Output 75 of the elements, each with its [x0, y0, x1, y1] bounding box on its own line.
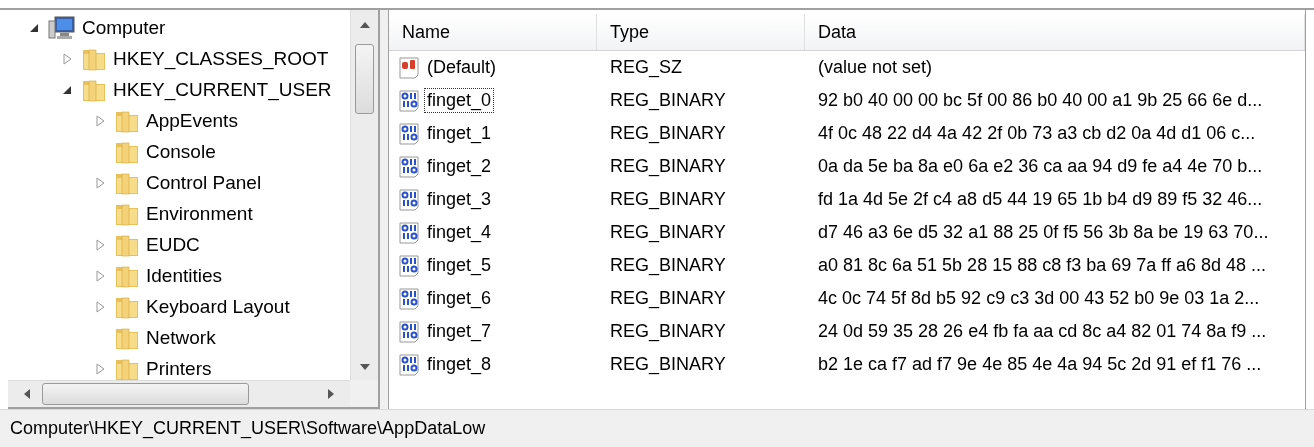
value-type: REG_BINARY: [609, 123, 727, 144]
value-type: REG_BINARY: [609, 156, 727, 177]
tree-item[interactable]: Identities: [146, 264, 223, 287]
binary-value-icon: [398, 88, 422, 113]
value-name[interactable]: finget_8: [424, 352, 495, 377]
value-name[interactable]: (Default): [424, 55, 500, 80]
value-type: REG_BINARY: [609, 288, 727, 309]
value-name[interactable]: finget_1: [424, 121, 495, 146]
value-data: 0a da 5e ba 8a e0 6a e2 36 ca aa 94 d9 fe a4 4e 70 b...: [817, 156, 1264, 177]
value-type: REG_BINARY: [609, 321, 727, 342]
binary-value-icon: [398, 253, 422, 278]
tree-item[interactable]: EUDC: [146, 233, 200, 256]
tree-item[interactable]: Keyboard Layout: [146, 295, 290, 318]
tree-item[interactable]: AppEvents: [146, 109, 238, 132]
value-name[interactable]: finget_7: [424, 319, 495, 344]
binary-value-icon: [398, 286, 422, 311]
collapse-icon[interactable]: [62, 84, 72, 95]
expand-icon[interactable]: [95, 362, 105, 375]
binary-value-icon: [398, 187, 422, 212]
scroll-right-icon[interactable]: [328, 389, 334, 399]
value-data: (value not set): [817, 57, 934, 78]
value-name[interactable]: finget_3: [424, 187, 495, 212]
column-header[interactable]: Name: [389, 14, 597, 50]
scroll-thumb[interactable]: [355, 44, 374, 114]
expand-icon[interactable]: [95, 238, 105, 251]
tree-item[interactable]: Computer: [82, 16, 166, 39]
horizontal-scrollbar[interactable]: [8, 380, 350, 407]
value-data: 92 b0 40 00 00 bc 5f 00 86 b0 40 00 a1 9b 25 66 6e d...: [817, 90, 1264, 111]
value-name[interactable]: finget_4: [424, 220, 495, 245]
scroll-up-icon[interactable]: [359, 22, 370, 28]
value-data: a0 81 8c 6a 51 5b 28 15 88 c8 f3 ba 69 7a ff a6 8d 48 ...: [817, 255, 1268, 276]
value-data: fd 1a 4d 5e 2f c4 a8 d5 44 19 65 1b b4 d9 89 f5 32 46...: [817, 189, 1264, 210]
collapse-icon[interactable]: [29, 22, 39, 33]
scroll-left-icon[interactable]: [24, 389, 30, 399]
binary-value-icon: [398, 319, 422, 344]
value-data: d7 46 a3 6e d5 32 a1 88 25 0f f5 56 3b 8a be 19 63 70...: [817, 222, 1270, 243]
value-name[interactable]: finget_2: [424, 154, 495, 179]
vertical-scrollbar[interactable]: [350, 10, 378, 380]
value-name[interactable]: finget_6: [424, 286, 495, 311]
expand-icon[interactable]: [95, 269, 105, 282]
column-header[interactable]: Data: [805, 14, 1305, 50]
value-type: REG_SZ: [609, 57, 684, 78]
value-name[interactable]: finget_0: [424, 88, 495, 113]
value-type: REG_BINARY: [609, 189, 727, 210]
value-data: 24 0d 59 35 28 26 e4 fb fa aa cd 8c a4 82 01 74 8a f9 ...: [817, 321, 1268, 342]
tree-item[interactable]: HKEY_CURRENT_USER: [113, 78, 332, 101]
value-type: REG_BINARY: [609, 90, 727, 111]
expand-icon[interactable]: [95, 300, 105, 313]
scrollbar-corner: [350, 380, 378, 407]
scroll-down-icon[interactable]: [360, 364, 370, 370]
binary-value-icon: [398, 154, 422, 179]
tree-item[interactable]: HKEY_CLASSES_ROOT: [113, 47, 329, 70]
scroll-thumb[interactable]: [42, 383, 249, 405]
tree-item[interactable]: Environment: [146, 202, 253, 225]
tree-item[interactable]: Network: [146, 326, 216, 349]
value-data: 4c 0c 74 5f 8d b5 92 c9 c3 3d 00 43 52 b0 9e 03 1a 2...: [817, 288, 1261, 309]
binary-value-icon: [398, 121, 422, 146]
string-value-icon: [398, 55, 422, 80]
registry-path: Computer\HKEY_CURRENT_USER\Software\AppDataLow: [10, 418, 486, 439]
value-data: 4f 0c 48 22 d4 4a 42 2f 0b 73 a3 cb d2 0a 4d d1 06 c...: [817, 123, 1257, 144]
value-name[interactable]: finget_5: [424, 253, 495, 278]
tree-item[interactable]: Console: [146, 140, 216, 163]
value-type: REG_BINARY: [609, 255, 727, 276]
expand-icon[interactable]: [95, 114, 105, 127]
column-header[interactable]: Type: [597, 14, 805, 50]
tree-item[interactable]: Control Panel: [146, 171, 262, 194]
value-type: REG_BINARY: [609, 222, 727, 243]
binary-value-icon: [398, 220, 422, 245]
tree-item[interactable]: Printers: [146, 357, 212, 380]
value-data: b2 1e ca f7 ad f7 9e 4e 85 4e 4a 94 5c 2d 91 ef f1 76 ...: [817, 354, 1263, 375]
computer-icon: [48, 14, 76, 41]
expand-icon[interactable]: [95, 176, 105, 189]
value-type: REG_BINARY: [609, 354, 727, 375]
binary-value-icon: [398, 352, 422, 377]
expand-icon[interactable]: [62, 52, 72, 65]
